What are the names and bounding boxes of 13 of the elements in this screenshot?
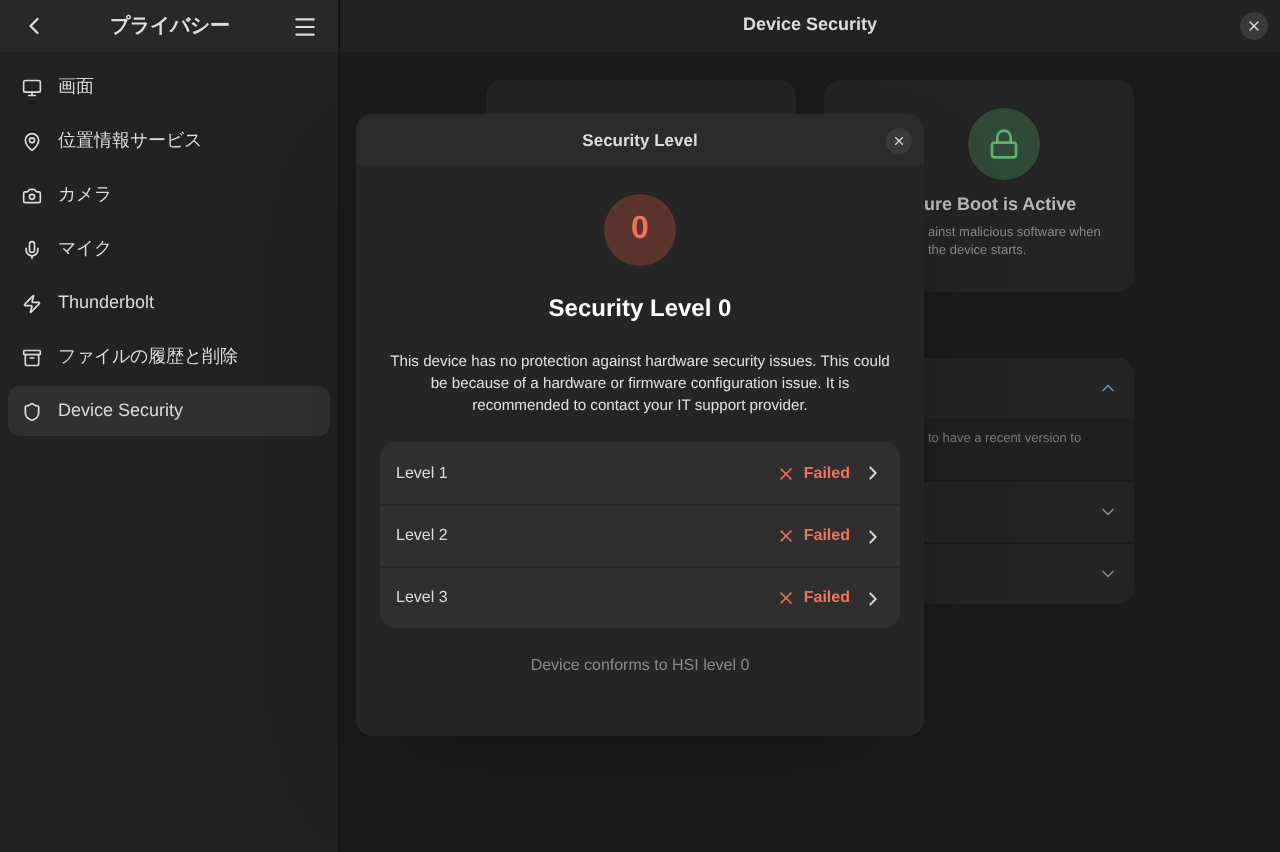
window-title: Device Security [742, 12, 878, 39]
level-label: Level 3 [396, 586, 448, 610]
dialog-title: Security Level [582, 127, 698, 153]
dialog-footer: Device conforms to HSI level 0 [530, 654, 750, 678]
level-badge: 0 [604, 194, 676, 266]
level-label: Level 2 [396, 524, 448, 548]
level-status: Failed [803, 524, 850, 548]
level-status: Failed [803, 461, 850, 485]
card-title: ure Boot is Active [924, 192, 1079, 218]
level-status: Failed [803, 586, 850, 610]
dialog-heading: Security Level 0 [548, 292, 732, 326]
sidebar-title: プライバシー [110, 12, 230, 41]
level-label: Level 1 [396, 461, 448, 485]
